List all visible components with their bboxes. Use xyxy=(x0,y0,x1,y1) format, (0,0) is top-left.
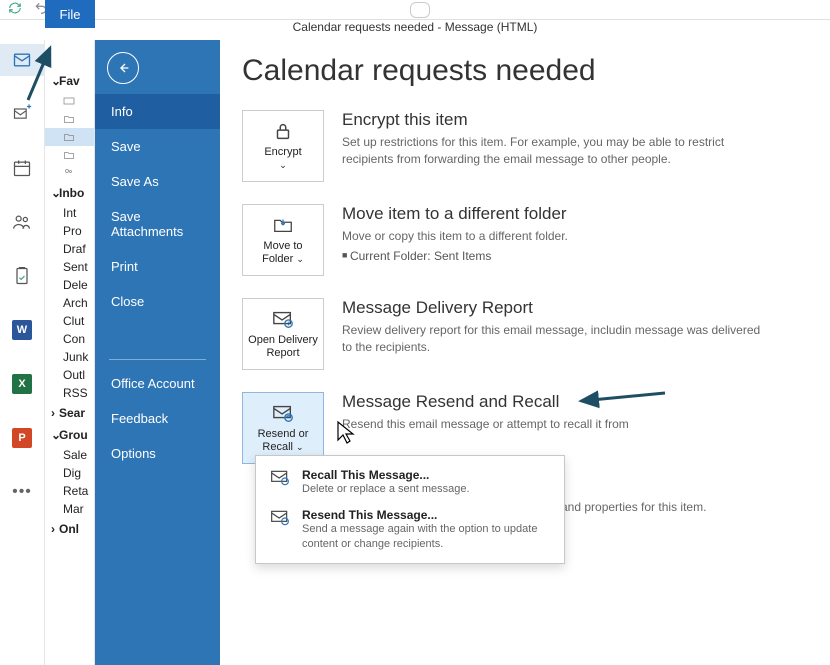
menu-item-title: Resend This Message... xyxy=(302,508,552,522)
resend-recall-menu: Recall This Message... Delete or replace… xyxy=(255,455,565,564)
folder-item[interactable]: Dig xyxy=(45,464,94,482)
folder-item[interactable]: Mar xyxy=(45,500,94,518)
file-menu-print[interactable]: Print xyxy=(95,249,220,284)
envelope-resend-icon xyxy=(268,508,292,551)
folder-item[interactable] xyxy=(45,92,94,110)
current-folder: Current Folder: Sent Items xyxy=(342,249,568,263)
file-menu-save[interactable]: Save xyxy=(95,129,220,164)
envelope-info-icon xyxy=(270,308,296,330)
folder-item[interactable]: Sale xyxy=(45,446,94,464)
section-body: Move or copy this item to a different fo… xyxy=(342,228,568,245)
resend-this-message[interactable]: Resend This Message... Send a message ag… xyxy=(256,502,564,557)
divider xyxy=(109,359,206,360)
folder-item[interactable] xyxy=(45,164,94,182)
file-menu-info[interactable]: Info xyxy=(95,94,220,129)
file-tab[interactable]: File xyxy=(45,0,95,28)
folder-group-online[interactable]: ›Onl xyxy=(45,518,94,540)
folder-item[interactable]: Reta xyxy=(45,482,94,500)
folder-item[interactable]: Sent xyxy=(45,258,94,276)
refresh-icon[interactable] xyxy=(8,1,22,18)
nav-powerpoint[interactable]: P xyxy=(0,422,45,454)
window-title: Calendar requests needed - Message (HTML… xyxy=(0,20,830,34)
properties-text-fragment: and properties for this item. xyxy=(561,500,706,514)
folder-item[interactable]: Junk xyxy=(45,348,94,366)
folder-group-search[interactable]: ›Sear xyxy=(45,402,94,424)
quick-access-toolbar xyxy=(0,0,830,20)
open-delivery-report-tile[interactable]: Open Delivery Report xyxy=(242,298,324,370)
lock-icon xyxy=(270,120,296,142)
nav-word[interactable]: W xyxy=(0,314,45,346)
nav-tasks[interactable] xyxy=(0,260,45,292)
folder-item[interactable]: Pro xyxy=(45,222,94,240)
folder-pane: ⌄Fav ⌄Inbo Int Pro Draf Sent Dele Arch C… xyxy=(45,40,95,665)
nav-more[interactable]: ••• xyxy=(0,476,45,508)
encrypt-tile[interactable]: Encrypt⌄ xyxy=(242,110,324,182)
folder-item[interactable]: RSS xyxy=(45,384,94,402)
nav-new-mail[interactable] xyxy=(0,98,45,130)
recall-this-message[interactable]: Recall This Message... Delete or replace… xyxy=(256,462,564,502)
folder-move-icon xyxy=(270,214,296,236)
back-button[interactable] xyxy=(107,52,139,84)
section-encrypt: Encrypt⌄ Encrypt this item Set up restri… xyxy=(242,110,810,182)
file-backstage-menu: Info Save Save As Save Attachments Print… xyxy=(95,40,220,665)
section-move: Move to Folder ⌄ Move item to a differen… xyxy=(242,204,810,276)
file-menu-feedback[interactable]: Feedback xyxy=(95,401,220,436)
section-body: Review delivery report for this email me… xyxy=(342,322,762,356)
resend-or-recall-tile[interactable]: Resend or Recall ⌄ xyxy=(242,392,324,464)
info-page: Calendar requests needed Encrypt⌄ Encryp… xyxy=(220,40,830,665)
page-title: Calendar requests needed xyxy=(242,54,810,88)
file-menu-save-as[interactable]: Save As xyxy=(95,164,220,199)
move-to-folder-tile[interactable]: Move to Folder ⌄ xyxy=(242,204,324,276)
file-menu-options[interactable]: Options xyxy=(95,436,220,471)
menu-item-body: Delete or replace a sent message. xyxy=(302,482,470,496)
section-title: Move item to a different folder xyxy=(342,204,568,224)
folder-item[interactable]: Clut xyxy=(45,312,94,330)
section-body: Set up restrictions for this item. For e… xyxy=(342,134,762,168)
folder-group-inbox[interactable]: ⌄Inbo xyxy=(45,182,94,204)
folder-item[interactable]: Arch xyxy=(45,294,94,312)
folder-item[interactable]: Int xyxy=(45,204,94,222)
folder-group-groups[interactable]: ⌄Grou xyxy=(45,424,94,446)
folder-group-favorites[interactable]: ⌄Fav xyxy=(45,70,94,92)
search-stub[interactable] xyxy=(410,2,430,18)
nav-excel[interactable]: X xyxy=(0,368,45,400)
menu-item-title: Recall This Message... xyxy=(302,468,470,482)
nav-people[interactable] xyxy=(0,206,45,238)
folder-item[interactable]: Outl xyxy=(45,366,94,384)
envelope-recall-icon xyxy=(268,468,292,496)
file-menu-close[interactable]: Close xyxy=(95,284,220,319)
file-menu-office-account[interactable]: Office Account xyxy=(95,366,220,401)
folder-item[interactable]: Con xyxy=(45,330,94,348)
folder-item[interactable]: Dele xyxy=(45,276,94,294)
section-title: Message Resend and Recall xyxy=(342,392,629,412)
section-body: Resend this email message or attempt to … xyxy=(342,416,629,433)
section-resend-recall: Resend or Recall ⌄ Message Resend and Re… xyxy=(242,392,810,464)
menu-item-body: Send a message again with the option to … xyxy=(302,522,552,551)
section-delivery-report: Open Delivery Report Message Delivery Re… xyxy=(242,298,810,370)
folder-item[interactable]: Draf xyxy=(45,240,94,258)
folder-item[interactable] xyxy=(45,128,94,146)
envelope-recall-icon xyxy=(270,402,296,424)
section-title: Encrypt this item xyxy=(342,110,762,130)
file-menu-save-attachments[interactable]: Save Attachments xyxy=(95,199,220,249)
section-title: Message Delivery Report xyxy=(342,298,762,318)
nav-rail: W X P ••• xyxy=(0,40,45,665)
folder-item[interactable] xyxy=(45,146,94,164)
folder-item[interactable] xyxy=(45,110,94,128)
nav-calendar[interactable] xyxy=(0,152,45,184)
nav-mail[interactable] xyxy=(0,44,45,76)
